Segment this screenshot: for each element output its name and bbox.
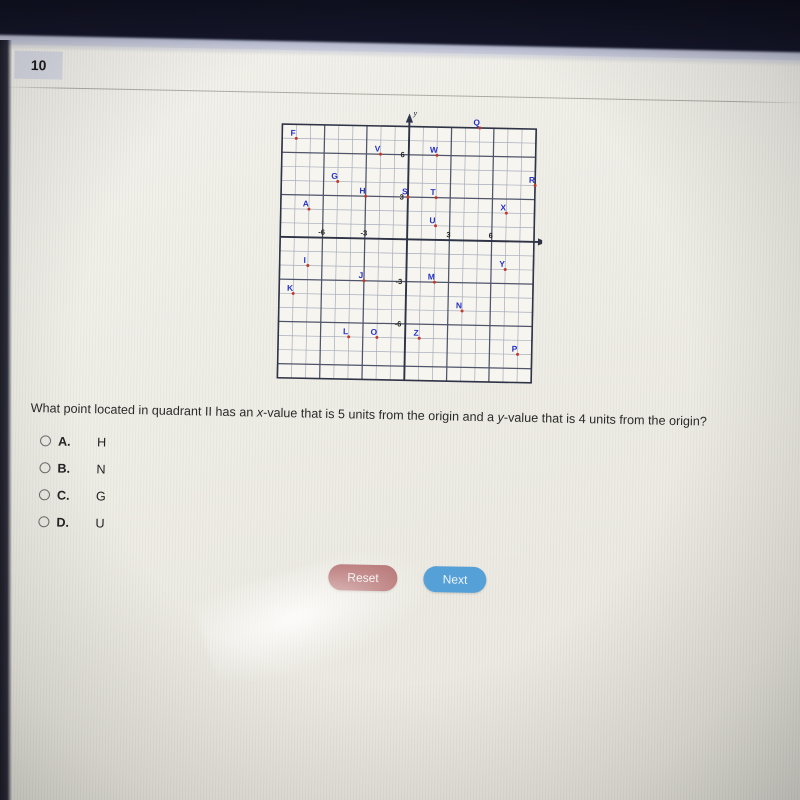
answer-choice-d[interactable]: D. U [38, 508, 338, 541]
coordinate-plane-svg: xy-6-33663-3-6FQVWGRHSTAXUIYJMKNLOZP [276, 109, 545, 384]
choice-value: H [96, 434, 107, 450]
point-label: N [456, 300, 462, 310]
screen-glare [193, 534, 443, 697]
point-label: R [529, 175, 535, 185]
radio-button-icon[interactable] [39, 462, 51, 474]
question-number-badge: 10 [14, 50, 63, 80]
answer-choice-list: A. H B. N C. G D. U [38, 427, 340, 541]
choice-value: U [95, 515, 105, 531]
action-button-row: Reset Next [328, 564, 487, 594]
point-label: W [430, 145, 438, 155]
point-label: L [343, 326, 348, 336]
reset-button[interactable]: Reset [328, 564, 398, 592]
y-tick-label: -3 [395, 277, 402, 286]
x-tick-label: 6 [489, 231, 493, 240]
photo-of-screen: 10 xy-6-33663-3-6FQVWGRHSTAXUIYJMKNLOZP … [0, 0, 800, 800]
x-tick-label: 3 [446, 230, 450, 239]
point-label: P [512, 344, 518, 354]
choice-letter: A. [57, 434, 71, 449]
prompt-segment-3: -value that is 4 units from the origin? [503, 410, 707, 429]
choice-letter: D. [56, 515, 70, 530]
y-axis-arrow [405, 113, 414, 123]
point-label: K [287, 283, 293, 293]
point-label: Z [413, 328, 418, 338]
next-button[interactable]: Next [423, 565, 487, 594]
y-axis-label: y [413, 109, 418, 118]
point-label: J [358, 270, 363, 280]
point-label: A [303, 198, 309, 208]
choice-letter: C. [56, 488, 70, 503]
point-label: X [500, 202, 506, 212]
point-label: H [359, 185, 365, 195]
radio-button-icon[interactable] [38, 516, 50, 528]
point-label: Q [473, 117, 480, 127]
choice-value: N [96, 461, 106, 477]
radio-button-icon[interactable] [39, 435, 52, 447]
prompt-segment-1: What point located in quadrant II has an [30, 401, 257, 420]
point-label: V [375, 143, 381, 153]
prompt-segment-2: -value that is 5 units from the origin a… [262, 405, 498, 425]
x-tick-label: -6 [318, 228, 325, 237]
point-label: U [429, 215, 435, 225]
point-label: G [331, 171, 338, 181]
point-label: F [291, 128, 296, 138]
coordinate-plane-graph: xy-6-33663-3-6FQVWGRHSTAXUIYJMKNLOZP [271, 106, 545, 401]
y-tick-label: -6 [395, 319, 402, 328]
question-prompt: What point located in quadrant II has an… [31, 400, 771, 432]
point-label: I [303, 255, 306, 265]
x-axis-arrow [537, 238, 545, 246]
point-label: O [370, 327, 377, 337]
screen-left-edge [0, 40, 12, 800]
quiz-page: 10 xy-6-33663-3-6FQVWGRHSTAXUIYJMKNLOZP … [0, 44, 800, 800]
y-tick-label: 6 [401, 150, 405, 159]
header-divider [0, 86, 800, 104]
choice-letter: B. [57, 461, 71, 476]
point-label: S [402, 186, 408, 196]
point-label: M [428, 271, 435, 281]
x-tick-label: -3 [360, 228, 367, 237]
choice-value: G [95, 488, 106, 504]
radio-button-icon[interactable] [38, 489, 51, 501]
point-label: Y [499, 259, 505, 269]
